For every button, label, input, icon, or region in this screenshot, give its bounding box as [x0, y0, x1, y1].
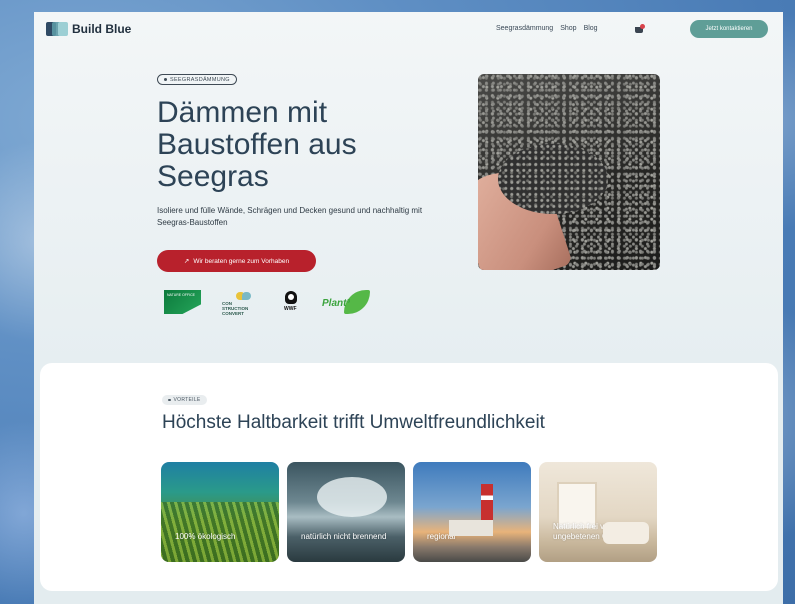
- hero-badge: SEEGRASDÄMMUNG: [157, 74, 237, 85]
- benefits-badge-label: VORTEILE: [173, 397, 201, 403]
- nav-item-seegrasdaemmung[interactable]: Seegrasdämmung: [496, 25, 553, 32]
- logo-text: Build Blue: [72, 22, 132, 36]
- badge-dot-icon: [164, 78, 167, 81]
- benefit-card-label: natürlich nicht brennend: [301, 532, 387, 541]
- badge-dot-icon: [168, 398, 171, 402]
- benefit-card-ecological[interactable]: 100% ökologisch: [161, 462, 279, 562]
- benefit-card-label: 100% ökologisch: [175, 532, 236, 541]
- hero-title: Dämmen mit Baustoffen aus Seegras: [157, 96, 357, 193]
- benefit-card-fireproof[interactable]: natürlich nicht brennend: [287, 462, 405, 562]
- website-page: Build Blue Seegrasdämmung Shop Blog Jetz…: [34, 12, 783, 604]
- consultation-button-label: Wir beraten gerne zum Vorhaben: [193, 257, 290, 265]
- logo-mark-icon: [46, 22, 68, 36]
- benefits-title: Höchste Haltbarkeit trifft Umweltfreundl…: [162, 412, 545, 433]
- contact-button[interactable]: Jetzt kontaktieren: [690, 20, 768, 38]
- benefits-section: VORTEILE Höchste Haltbarkeit trifft Umwe…: [40, 363, 778, 591]
- site-header: Build Blue Seegrasdämmung Shop Blog Jetz…: [34, 12, 783, 48]
- benefit-card-pest-free[interactable]: Natürlich frei von ungebetenen Gästen: [539, 462, 657, 562]
- benefit-card-label: regional: [427, 532, 456, 541]
- hero-badge-label: SEEGRASDÄMMUNG: [170, 76, 230, 83]
- benefit-card-regional[interactable]: regional: [413, 462, 531, 562]
- seagrass-hand-image: [478, 74, 660, 270]
- nav-item-blog[interactable]: Blog: [584, 25, 598, 32]
- main-nav: Seegrasdämmung Shop Blog: [496, 25, 598, 32]
- partner-logos: NATURE OFFICE CON STRUCTION CONVERT WWF …: [162, 290, 382, 316]
- cart-notification-dot: [640, 24, 645, 29]
- wwf-logo: WWF: [283, 291, 299, 313]
- benefit-card-label: Natürlich frei von ungebetenen Gästen: [553, 522, 628, 541]
- nav-item-shop[interactable]: Shop: [560, 25, 576, 32]
- benefits-badge: VORTEILE: [162, 395, 207, 405]
- benefit-cards: 100% ökologisch natürlich nicht brennend…: [161, 462, 657, 562]
- cart-icon[interactable]: [634, 24, 645, 34]
- brand-logo[interactable]: Build Blue: [46, 22, 131, 36]
- plant3-logo: Plant³: [322, 290, 370, 316]
- nature-office-logo: NATURE OFFICE: [164, 290, 201, 314]
- hero-subtitle: Isoliere und fülle Wände, Schrägen und D…: [157, 206, 423, 227]
- construction-convert-logo: CON STRUCTION CONVERT: [222, 292, 256, 316]
- consultation-button[interactable]: ↗ Wir beraten gerne zum Vorhaben: [157, 250, 316, 272]
- arrow-up-right-icon: ↗: [183, 258, 190, 265]
